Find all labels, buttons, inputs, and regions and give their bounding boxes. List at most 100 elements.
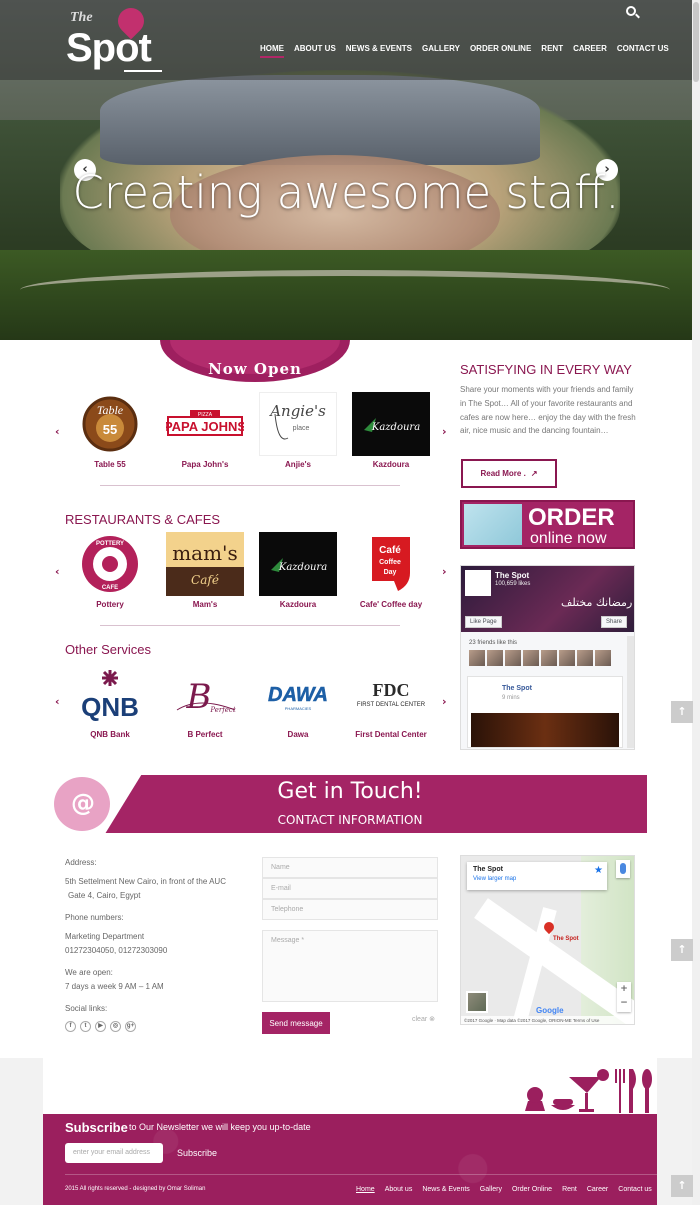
instagram-icon[interactable]: ◎ [110, 1021, 121, 1032]
brand-caption: B Perfect [187, 730, 223, 739]
send-message-button[interactable]: Send message [262, 1012, 330, 1034]
services-prev-arrow[interactable]: ‹ [55, 695, 60, 708]
footer-link-order[interactable]: Order Online [512, 1186, 552, 1193]
site-logo[interactable]: The Spot [66, 2, 166, 74]
facebook-scrollbar[interactable] [627, 636, 634, 748]
nav-rent[interactable]: RENT [541, 44, 563, 58]
facebook-post[interactable]: The Spot 9 mins [467, 676, 623, 748]
clear-form-button[interactable]: clear ⊗ [412, 1015, 435, 1023]
order-online-image [464, 504, 522, 545]
footer-link-news[interactable]: News & Events [422, 1186, 469, 1193]
street-view-icon[interactable] [616, 860, 630, 878]
sidebar-text: Share your moments with your friends and… [460, 385, 636, 436]
satellite-toggle[interactable] [466, 991, 488, 1013]
page-scrollbar[interactable] [692, 0, 700, 1205]
footer-link-gallery[interactable]: Gallery [480, 1186, 502, 1193]
brand-card-papajohns[interactable]: PIZZA PAPA JOHNS Papa John's [161, 392, 249, 469]
newsletter-email-input[interactable]: enter your email address [65, 1143, 163, 1163]
map-attribution: ©2017 Google · Map data ©2017 Google, OR… [461, 1016, 634, 1024]
brand-card-table55[interactable]: Table 55 Table 55 [66, 392, 154, 469]
facebook-icon[interactable]: f [65, 1021, 76, 1032]
read-more-button[interactable]: Read More . ↗ [461, 459, 557, 488]
food-illustration-icon [525, 1069, 652, 1113]
hero-title: Creating awesome staff. [72, 166, 620, 219]
message-textarea[interactable]: Message * [262, 930, 438, 1002]
facebook-share-button[interactable]: Share [601, 616, 628, 628]
facebook-page-avatar[interactable] [465, 570, 491, 596]
footer-link-contact[interactable]: Contact us [618, 1186, 651, 1193]
nav-order-online[interactable]: ORDER ONLINE [470, 44, 531, 58]
logo-spot: Spot [66, 26, 152, 70]
brand-card-bperfect[interactable]: B Perfect B Perfect [161, 662, 249, 739]
nav-career[interactable]: CAREER [573, 44, 607, 58]
facebook-post-author[interactable]: The Spot [502, 685, 532, 692]
footer-link-about[interactable]: About us [385, 1186, 413, 1193]
email-input[interactable]: E-mail [262, 878, 438, 899]
scrollbar-thumb[interactable] [693, 2, 699, 82]
now-open-prev-arrow[interactable]: ‹ [55, 425, 60, 438]
facebook-post-image[interactable] [471, 713, 619, 747]
footer-link-rent[interactable]: Rent [562, 1186, 577, 1193]
now-open-ribbon: Now Open [160, 340, 350, 382]
brand-card-kazdoura[interactable]: Kazdoura Kazdoura [347, 392, 435, 469]
services-next-arrow[interactable]: › [442, 695, 447, 708]
brand-card-anjies[interactable]: Angie's place Anjie's [254, 392, 342, 469]
subscribe-button[interactable]: Subscribe [177, 1148, 217, 1158]
restaurants-next-arrow[interactable]: › [442, 565, 447, 578]
svg-text:Kazdoura: Kazdoura [278, 562, 327, 573]
google-map[interactable]: The Spot View larger map ★ The Spot + − G… [460, 855, 635, 1025]
restaurants-prev-arrow[interactable]: ‹ [55, 565, 60, 578]
divider [100, 625, 400, 626]
nav-contact-us[interactable]: CONTACT US [617, 44, 669, 58]
papajohns-logo: PIZZA PAPA JOHNS [166, 392, 244, 456]
brand-card-cafe-coffee-day[interactable]: Café Coffee Day Cafe' Coffee day [347, 532, 435, 609]
anjies-logo: Angie's place [259, 392, 337, 456]
zoom-in-icon[interactable]: + [617, 982, 631, 996]
back-to-top-icon[interactable]: ↑ [671, 939, 693, 961]
brand-caption: Kazdoura [279, 600, 317, 609]
brand-card-pottery[interactable]: POTTERY CAFE Pottery [66, 532, 154, 609]
save-star-icon[interactable]: ★ [594, 865, 603, 876]
clear-label: clear [412, 1016, 428, 1023]
hero-slider: The Spot HOME ABOUT US NEWS & EVENTS GAL… [0, 0, 692, 340]
brand-caption: Table 55 [94, 460, 126, 469]
footer-link-career[interactable]: Career [587, 1186, 608, 1193]
name-input[interactable]: Name [262, 857, 438, 878]
twitter-icon[interactable]: t [80, 1021, 91, 1032]
brand-card-mams[interactable]: mam's Café Mam's [161, 532, 249, 609]
subscribe-title: Subscribe [65, 1120, 128, 1135]
nav-about-us[interactable]: ABOUT US [294, 44, 336, 58]
department: Marketing Department [65, 932, 145, 941]
now-open-next-arrow[interactable]: › [442, 425, 447, 438]
svg-text:Kazdoura: Kazdoura [371, 422, 420, 433]
brand-caption: Pottery [96, 600, 124, 609]
facebook-like-button[interactable]: Like Page [465, 616, 502, 628]
brand-card-fdc[interactable]: FDC FIRST DENTAL CENTER First Dental Cent… [347, 662, 435, 739]
nav-gallery[interactable]: GALLERY [422, 44, 460, 58]
google-plus-icon[interactable]: g+ [125, 1021, 136, 1032]
brand-card-kazdoura-2[interactable]: Kazdoura Kazdoura [254, 532, 342, 609]
telephone-input[interactable]: Telephone [262, 899, 438, 920]
nav-home[interactable]: HOME [260, 44, 284, 58]
back-to-top-icon[interactable]: ↑ [671, 1175, 693, 1197]
brand-card-dawa[interactable]: DAWA PHARMACIES Dawa [254, 662, 342, 739]
back-to-top-icon[interactable]: ↑ [671, 701, 693, 723]
youtube-icon[interactable]: ▶ [95, 1021, 106, 1032]
facebook-friend-faces [469, 650, 611, 666]
brand-caption: Mam's [192, 600, 218, 609]
facebook-page-name[interactable]: The Spot [495, 571, 529, 580]
order-online-banner[interactable]: ORDER online now [460, 500, 635, 549]
zoom-out-icon[interactable]: − [617, 996, 631, 1010]
view-larger-map-link[interactable]: View larger map [473, 876, 601, 882]
brand-card-qnb[interactable]: QNB QNB Bank [66, 662, 154, 739]
facebook-widget: The Spot 100,659 likes رمضانك مختلف Like… [460, 565, 635, 750]
contact-subtitle: CONTACT INFORMATION [277, 813, 423, 827]
svg-text:FDC: FDC [373, 680, 410, 700]
ccd-logo: Café Coffee Day [352, 532, 430, 596]
zoom-controls[interactable]: + − [617, 982, 631, 1012]
search-icon[interactable] [626, 6, 636, 16]
read-more-label: Read More . [480, 469, 526, 478]
nav-news-events[interactable]: NEWS & EVENTS [346, 44, 412, 58]
svg-text:DAWA: DAWA [268, 684, 328, 706]
footer-link-home[interactable]: Home [356, 1186, 375, 1193]
